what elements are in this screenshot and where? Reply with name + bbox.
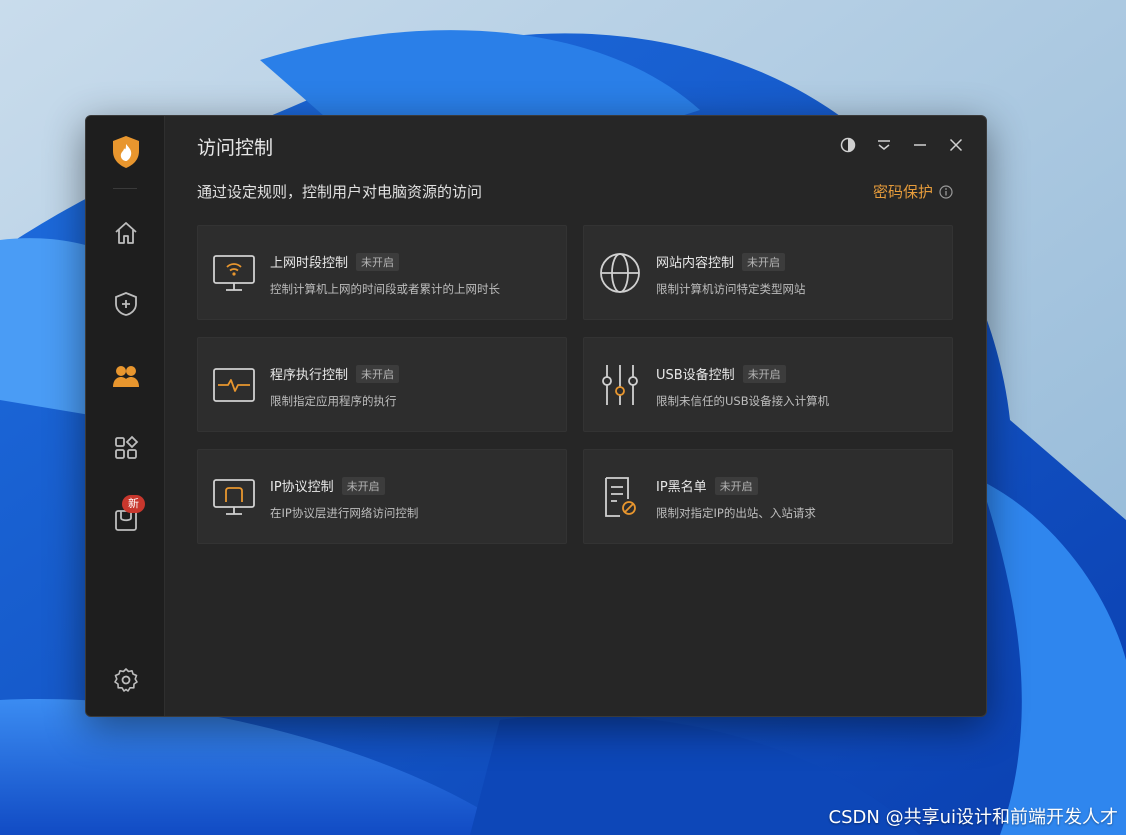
card-description: 在IP协议层进行网络访问控制	[270, 506, 419, 520]
access-control-window: 新 访问控制 通过设定规则，控制用户对电脑资源的访问 密码保护 上网时段控制 未…	[85, 115, 987, 717]
app-logo-icon	[110, 136, 142, 168]
gear-icon	[114, 668, 138, 692]
globe-icon	[598, 251, 642, 295]
card-ip-protocol-control[interactable]: IP协议控制 未开启 在IP协议层进行网络访问控制	[197, 449, 567, 544]
shield-plus-icon	[115, 292, 137, 316]
card-ip-blacklist[interactable]: IP黑名单 未开启 限制对指定IP的出站、入站请求	[583, 449, 953, 544]
sidebar-item-home[interactable]	[110, 217, 142, 249]
card-title: 上网时段控制 未开启	[270, 252, 400, 271]
card-title-text: USB设备控制	[656, 368, 735, 383]
sidebar-divider	[113, 188, 137, 189]
status-badge: 未开启	[742, 252, 786, 271]
new-badge: 新	[122, 495, 145, 513]
sliders-icon	[598, 363, 642, 407]
card-description: 限制对指定IP的出站、入站请求	[656, 506, 816, 520]
card-description: 限制未信任的USB设备接入计算机	[656, 394, 830, 408]
card-description: 限制计算机访问特定类型网站	[656, 282, 806, 296]
watermark: CSDN @共享ui设计和前端开发人才	[828, 807, 1118, 828]
card-usb-device-control[interactable]: USB设备控制 未开启 限制未信任的USB设备接入计算机	[583, 337, 953, 432]
minimize-icon	[914, 144, 926, 146]
document-block-icon	[598, 475, 642, 519]
sidebar-item-apps[interactable]	[110, 432, 142, 464]
users-icon	[113, 366, 139, 387]
sidebar-item-protection[interactable]	[110, 288, 142, 320]
wifi-monitor-icon	[212, 251, 256, 295]
card-title-text: 程序执行控制	[270, 368, 349, 383]
minimize-button[interactable]	[909, 134, 931, 156]
theme-toggle-button[interactable]	[837, 134, 859, 156]
sidebar: 新	[86, 116, 165, 716]
password-protect-label: 密码保护	[872, 183, 933, 201]
card-title-text: 网站内容控制	[656, 256, 735, 271]
close-button[interactable]	[945, 134, 967, 156]
home-icon	[115, 222, 137, 244]
card-description: 控制计算机上网的时间段或者累计的上网时长	[270, 282, 500, 296]
card-title: 网站内容控制 未开启	[656, 252, 786, 271]
status-badge: 未开启	[356, 252, 400, 271]
card-title: IP黑名单 未开启	[656, 476, 758, 495]
info-icon	[939, 184, 953, 199]
page-description: 通过设定规则，控制用户对电脑资源的访问	[197, 183, 483, 201]
card-title-text: 上网时段控制	[270, 256, 349, 271]
card-title: USB设备控制 未开启	[656, 364, 786, 383]
apps-grid-icon	[115, 435, 139, 459]
card-title-text: IP黑名单	[656, 480, 707, 495]
pulse-window-icon	[212, 363, 256, 407]
card-title: IP协议控制 未开启	[270, 476, 385, 495]
page-title: 访问控制	[197, 137, 274, 159]
monitor-network-icon	[212, 475, 256, 519]
status-badge: 未开启	[742, 364, 786, 383]
status-badge: 未开启	[714, 476, 758, 495]
card-internet-time-control[interactable]: 上网时段控制 未开启 控制计算机上网的时间段或者累计的上网时长	[197, 225, 567, 320]
status-badge: 未开启	[341, 476, 385, 495]
menu-down-icon	[878, 140, 890, 150]
card-title-text: IP协议控制	[270, 480, 334, 495]
sidebar-item-access-control[interactable]	[110, 360, 142, 392]
close-icon	[949, 138, 963, 152]
card-description: 限制指定应用程序的执行	[270, 394, 397, 408]
card-program-execution-control[interactable]: 程序执行控制 未开启 限制指定应用程序的执行	[197, 337, 567, 432]
password-protect-link[interactable]: 密码保护	[873, 181, 953, 202]
status-badge: 未开启	[356, 364, 400, 383]
settings-button[interactable]	[110, 664, 142, 696]
menu-dropdown-button[interactable]	[873, 134, 895, 156]
contrast-icon	[840, 137, 856, 153]
card-website-content-control[interactable]: 网站内容控制 未开启 限制计算机访问特定类型网站	[583, 225, 953, 320]
card-title: 程序执行控制 未开启	[270, 364, 400, 383]
